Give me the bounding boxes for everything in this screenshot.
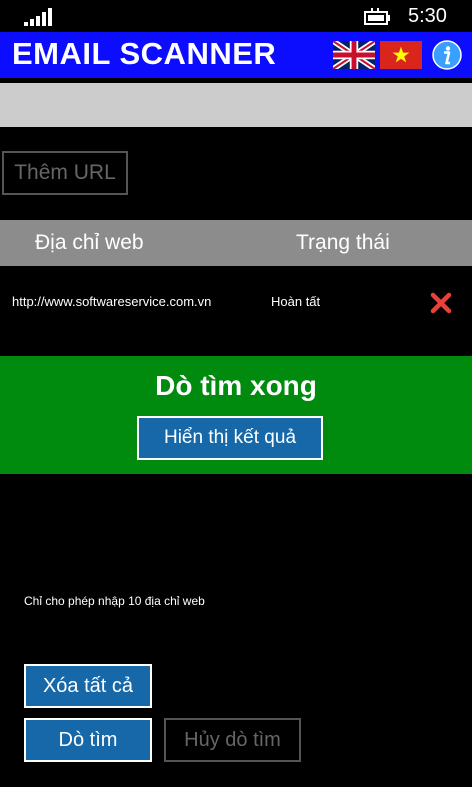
add-url-button[interactable]: Thêm URL <box>2 151 128 195</box>
clock: 5:30 <box>408 5 447 27</box>
uk-flag-icon[interactable] <box>333 41 375 69</box>
vietnam-flag-icon[interactable] <box>380 41 422 69</box>
url-input[interactable] <box>0 83 472 127</box>
row-status: Hoàn tất <box>271 294 321 309</box>
row-url: http://www.softwareservice.com.vn <box>12 294 212 309</box>
clear-all-button[interactable]: Xóa tất cả <box>24 664 152 708</box>
scan-complete-title: Dò tìm xong <box>155 370 317 401</box>
column-header-status: Trạng thái <box>296 231 390 254</box>
app-header: EMAIL SCANNER <box>0 32 472 78</box>
cancel-scan-button[interactable]: Hủy dò tìm <box>164 718 301 762</box>
table-header: Địa chỉ web Trạng thái <box>0 220 472 266</box>
info-icon[interactable] <box>432 40 462 70</box>
show-results-button[interactable]: Hiển thị kết quả <box>137 416 323 460</box>
delete-icon[interactable] <box>430 292 452 314</box>
table-row: http://www.softwareservice.com.vn Hoàn t… <box>0 282 472 324</box>
battery-charging-icon <box>364 8 390 25</box>
status-bar: 5:30 <box>0 0 472 32</box>
app-title: EMAIL SCANNER <box>12 36 277 71</box>
scan-button[interactable]: Dò tìm <box>24 718 152 762</box>
scan-complete-panel: Dò tìm xong Hiển thị kết quả <box>0 356 472 474</box>
signal-strength-icon <box>24 8 52 26</box>
url-limit-note: Chỉ cho phép nhập 10 địa chỉ web <box>24 594 205 608</box>
column-header-url: Địa chỉ web <box>35 231 144 254</box>
